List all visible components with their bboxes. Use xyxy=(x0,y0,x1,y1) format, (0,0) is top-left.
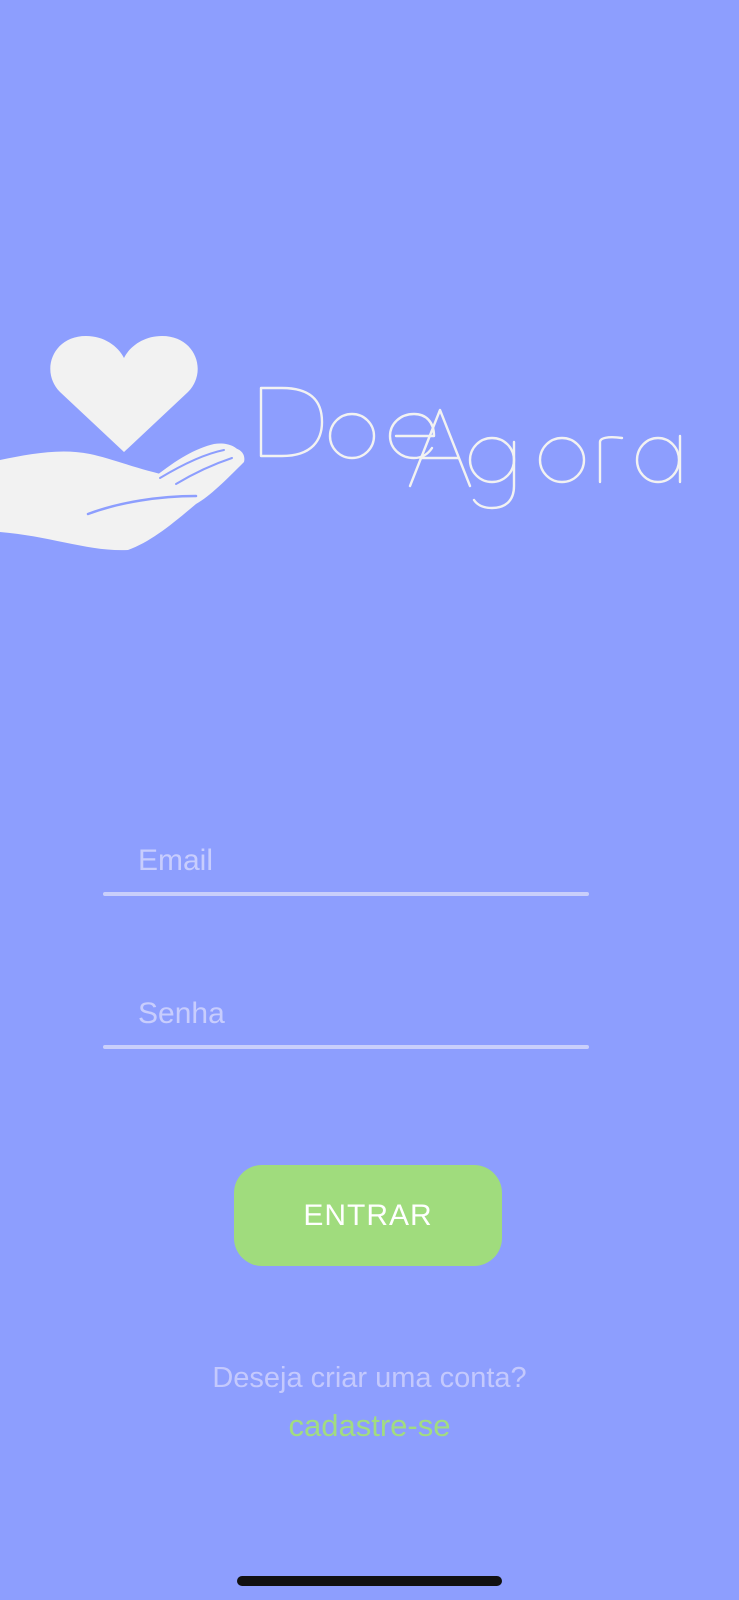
heart-in-hand-icon xyxy=(0,336,245,551)
brand-wordmark xyxy=(259,386,682,510)
email-underline xyxy=(103,892,589,896)
signup-prompt: Deseja criar uma conta? xyxy=(212,1362,527,1394)
email-input[interactable] xyxy=(103,826,589,896)
login-screen: ENTRAR Deseja criar uma conta? cadastre-… xyxy=(0,0,739,1600)
doeagora-logo xyxy=(0,336,682,551)
password-field[interactable] xyxy=(103,979,589,1049)
home-indicator[interactable] xyxy=(237,1576,502,1586)
email-field[interactable] xyxy=(103,826,589,896)
signup-link[interactable]: cadastre-se xyxy=(0,1408,739,1444)
password-input[interactable] xyxy=(103,979,589,1049)
password-underline xyxy=(103,1045,589,1049)
enter-button[interactable]: ENTRAR xyxy=(234,1165,502,1266)
